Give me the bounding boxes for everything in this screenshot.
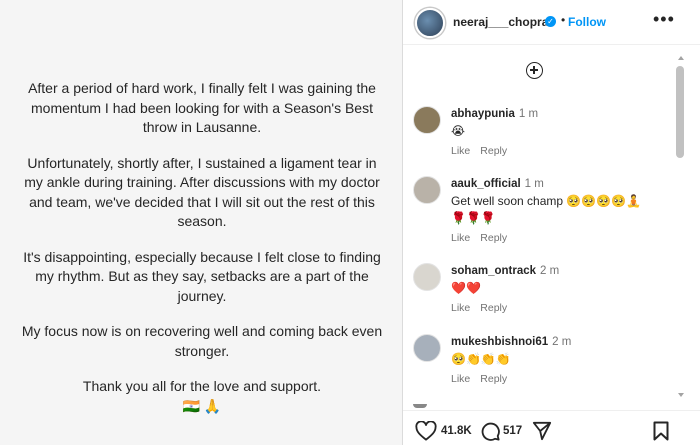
instagram-post-view: After a period of hard work, I finally f… xyxy=(0,0,700,445)
separator-dot: • xyxy=(561,13,566,27)
comment-like-button[interactable]: Like xyxy=(451,145,470,157)
comment-item: aauk_official 1 m Get well soon champ 🥺🥺🥺… xyxy=(413,176,663,246)
comment-item: mukeshbishnoi61 2 m 🥺👏👏👏 Like Reply xyxy=(413,334,663,385)
comment-time: 2 m xyxy=(540,265,560,277)
comment-reply-button[interactable]: Reply xyxy=(480,302,507,314)
comment-username[interactable]: abhaypunia xyxy=(451,108,515,120)
scroll-down-arrow-icon[interactable] xyxy=(678,393,684,397)
comment-avatar[interactable] xyxy=(413,334,441,362)
comment-username[interactable]: aauk_official xyxy=(451,178,521,190)
comment-text: Get well soon champ 🥺🥺🥺🥺🧘 xyxy=(451,194,642,208)
comment-icon[interactable] xyxy=(480,421,500,441)
comment-item: abhaypunia 1 m 😭 Like Reply xyxy=(413,106,663,157)
comment-username[interactable]: soham_ontrack xyxy=(451,265,536,277)
bookmark-icon[interactable] xyxy=(653,421,669,441)
likes-count[interactable]: 41.8K xyxy=(441,425,472,437)
author-username[interactable]: neeraj___chopra xyxy=(453,15,548,29)
comment-username[interactable]: mukeshbishnoi61 xyxy=(451,336,548,348)
comments-count[interactable]: 517 xyxy=(503,425,522,437)
avatar[interactable] xyxy=(415,8,445,38)
comment-like-button[interactable]: Like xyxy=(451,302,470,314)
follow-button[interactable]: Follow xyxy=(568,15,606,29)
post-caption: After a period of hard work, I finally f… xyxy=(20,79,384,432)
next-comment-avatar-peek xyxy=(413,404,427,408)
comment-time: 1 m xyxy=(524,178,544,190)
comment-header: aauk_official 1 m xyxy=(451,178,544,190)
add-circle-icon[interactable] xyxy=(526,62,543,79)
comment-header: mukeshbishnoi61 2 m xyxy=(451,336,571,348)
comment-actions: Like Reply xyxy=(451,373,517,385)
heart-icon[interactable] xyxy=(415,421,437,441)
comment-item: soham_ontrack 2 m ❤️❤️ Like Reply xyxy=(413,263,663,314)
caption-paragraph-3: It's disappointing, especially because I… xyxy=(23,248,381,304)
comment-header: soham_ontrack 2 m xyxy=(451,265,559,277)
comment-like-button[interactable]: Like xyxy=(451,373,470,385)
caption-paragraph-4: My focus now is on recovering well and c… xyxy=(21,323,383,359)
comment-text: 😭 xyxy=(451,124,466,138)
scrollbar-thumb[interactable] xyxy=(676,66,684,158)
comments-scrollbar[interactable] xyxy=(675,46,687,401)
post-actions-bar: 41.8K 517 xyxy=(403,410,700,445)
share-icon[interactable] xyxy=(532,421,552,441)
comment-text: 🥺👏👏👏 xyxy=(451,352,511,366)
post-image-panel: After a period of hard work, I finally f… xyxy=(0,0,402,445)
caption-paragraph-5: Thank you all for the love and support. xyxy=(82,378,322,394)
comment-header: abhaypunia 1 m xyxy=(451,108,538,120)
more-options-icon[interactable]: ••• xyxy=(653,9,675,30)
comment-text-line-2: 🌹🌹🌹 xyxy=(451,211,496,225)
comment-reply-button[interactable]: Reply xyxy=(480,145,507,157)
comment-avatar[interactable] xyxy=(413,106,441,134)
comment-actions: Like Reply xyxy=(451,302,517,314)
comment-time: 1 m xyxy=(518,108,539,120)
comment-time: 2 m xyxy=(552,336,572,348)
comment-actions: Like Reply xyxy=(451,145,517,157)
comment-avatar[interactable] xyxy=(413,176,441,204)
post-header: neeraj___chopra ✓ • Follow ••• xyxy=(403,0,700,45)
comment-like-button[interactable]: Like xyxy=(451,232,470,244)
scroll-up-arrow-icon[interactable] xyxy=(678,56,684,60)
caption-paragraph-2: Unfortunately, shortly after, I sustaine… xyxy=(24,154,380,230)
caption-emojis: 🇮🇳 🙏 xyxy=(182,397,222,414)
comment-text: ❤️❤️ xyxy=(451,281,481,295)
verified-badge-icon: ✓ xyxy=(545,16,556,27)
comment-avatar[interactable] xyxy=(413,263,441,291)
caption-paragraph-1: After a period of hard work, I finally f… xyxy=(28,80,376,135)
post-sidebar: neeraj___chopra ✓ • Follow ••• abhaypuni… xyxy=(402,0,700,445)
comment-actions: Like Reply xyxy=(451,232,517,244)
comment-reply-button[interactable]: Reply xyxy=(480,232,507,244)
comment-reply-button[interactable]: Reply xyxy=(480,373,507,385)
